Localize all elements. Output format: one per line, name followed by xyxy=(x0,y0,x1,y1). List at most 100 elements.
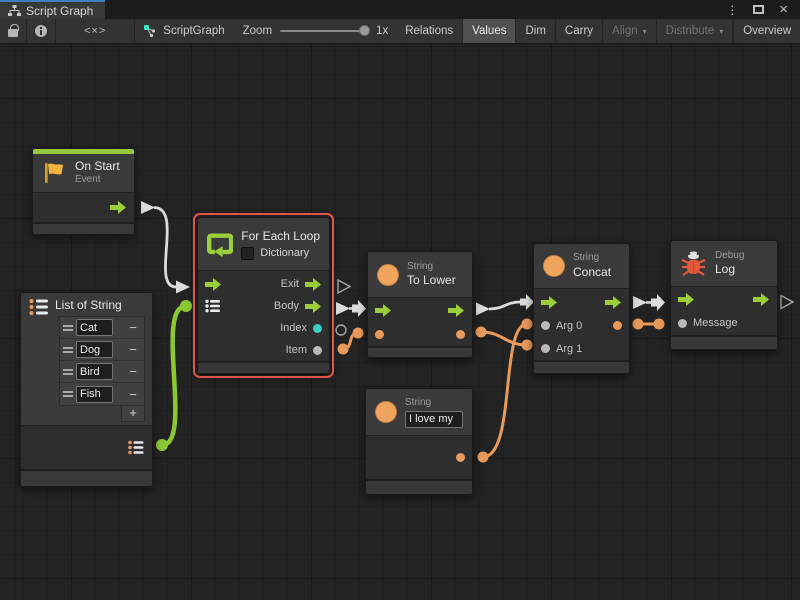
value-in-connector[interactable] xyxy=(522,340,533,351)
wire-tolower-to-arg1[interactable] xyxy=(481,332,527,345)
maximize-icon[interactable] xyxy=(753,5,764,14)
value-out-connector[interactable] xyxy=(633,319,644,330)
node-concat[interactable]: String Concat Arg 0 xyxy=(533,243,630,374)
window-menu-icon[interactable]: ⋮ xyxy=(726,4,738,16)
flow-out-connector[interactable] xyxy=(476,303,490,316)
arg1-input-port[interactable] xyxy=(541,344,550,353)
flow-output-port[interactable] xyxy=(448,304,465,317)
arg0-input-port[interactable] xyxy=(541,321,550,330)
flow-out-connector[interactable] xyxy=(141,201,155,214)
flow-input-port[interactable] xyxy=(375,304,392,317)
value-in-connector[interactable] xyxy=(522,319,533,330)
wire-onstart-to-foreach[interactable] xyxy=(154,208,176,288)
node-on-start[interactable]: On Start Event xyxy=(32,148,135,235)
flow-input-port[interactable] xyxy=(678,293,695,306)
list-item-input[interactable] xyxy=(76,363,113,380)
index-output-port[interactable] xyxy=(313,324,322,333)
align-button[interactable]: Align ▾ xyxy=(603,19,657,43)
carry-button[interactable]: Carry xyxy=(556,19,603,43)
node-to-lower[interactable]: String To Lower xyxy=(367,251,473,358)
close-icon[interactable]: × xyxy=(779,2,788,17)
value-in-connector[interactable] xyxy=(353,328,364,339)
flow-out-connector[interactable] xyxy=(336,302,350,315)
log-out-unconnected-triangle[interactable] xyxy=(781,296,793,309)
flow-output-port[interactable] xyxy=(753,293,770,306)
flow-input-port[interactable] xyxy=(541,296,558,309)
node-header[interactable]: For Each Loop Dictionary xyxy=(198,218,329,271)
node-list-of-string[interactable]: List of String − − xyxy=(20,292,153,487)
list-input-port[interactable] xyxy=(205,299,221,313)
flow-in-connector[interactable] xyxy=(352,300,366,317)
dim-button[interactable]: Dim xyxy=(516,19,555,43)
list-item-input[interactable] xyxy=(76,341,113,358)
tab-script-graph[interactable]: Script Graph xyxy=(0,0,105,19)
flow-in-connector[interactable] xyxy=(520,294,534,310)
add-item-button[interactable]: + xyxy=(121,406,145,422)
remove-item-button[interactable]: − xyxy=(125,321,141,334)
exit-unconnected-triangle[interactable] xyxy=(338,280,350,293)
flow-output-port[interactable] xyxy=(605,296,622,309)
flow-in-connector[interactable] xyxy=(651,294,665,311)
drag-handle-icon[interactable] xyxy=(63,345,73,355)
wire-tolower-to-concat[interactable] xyxy=(489,302,520,309)
node-string-literal[interactable]: String xyxy=(365,388,473,495)
port-row xyxy=(368,322,472,346)
info-icon xyxy=(35,25,47,37)
zoom-slider[interactable] xyxy=(280,30,368,32)
remove-item-button[interactable]: − xyxy=(125,365,141,378)
flow-output-port[interactable] xyxy=(305,278,322,291)
wire-list-to-foreach[interactable] xyxy=(162,306,186,445)
flow-out-connector[interactable] xyxy=(633,296,647,309)
flow-input-port[interactable] xyxy=(205,278,222,291)
list-item-input[interactable] xyxy=(76,319,113,336)
node-header[interactable]: String Concat xyxy=(534,244,629,289)
value-in-connector[interactable] xyxy=(654,319,665,330)
value-out-connector[interactable] xyxy=(476,327,487,338)
overview-button[interactable]: Overview xyxy=(733,19,800,43)
node-header[interactable]: String To Lower xyxy=(368,252,472,298)
node-debug-log[interactable]: Debug Log Message xyxy=(670,240,778,350)
string-input-port[interactable] xyxy=(375,330,384,339)
lock-button[interactable] xyxy=(0,19,27,43)
node-header[interactable]: List of String − − xyxy=(21,293,152,426)
list-item-row: − xyxy=(60,361,144,383)
graph-breadcrumb[interactable]: ScriptGraph xyxy=(135,19,234,43)
flow-in-connector[interactable] xyxy=(176,281,190,294)
index-unconnected-circle[interactable] xyxy=(336,325,346,335)
graph-toolbar: <×> ScriptGraph Zoom 1x Relations Values… xyxy=(0,19,800,44)
node-header[interactable]: Debug Log xyxy=(671,241,777,287)
string-output-port[interactable] xyxy=(456,330,465,339)
string-output-port[interactable] xyxy=(456,453,465,462)
string-output-port[interactable] xyxy=(613,321,622,330)
remove-item-button[interactable]: − xyxy=(125,388,141,401)
inspect-button[interactable] xyxy=(27,19,56,43)
string-value-input[interactable] xyxy=(405,411,463,428)
preview-code-button[interactable]: <×> xyxy=(56,19,135,43)
value-out-connector[interactable] xyxy=(338,344,349,355)
graph-canvas[interactable]: On Start Event xyxy=(0,44,800,600)
list-out-connector[interactable] xyxy=(156,439,168,451)
flow-output-port[interactable] xyxy=(110,201,127,214)
list-output-port[interactable] xyxy=(128,440,145,455)
dictionary-checkbox[interactable] xyxy=(241,247,254,260)
drag-handle-icon[interactable] xyxy=(63,389,73,399)
node-header[interactable]: On Start Event xyxy=(33,154,134,193)
value-out-connector[interactable] xyxy=(478,452,489,463)
drag-handle-icon[interactable] xyxy=(63,323,73,333)
port-label: Body xyxy=(274,300,299,312)
drag-handle-icon[interactable] xyxy=(63,367,73,377)
node-header[interactable]: String xyxy=(366,389,472,436)
message-input-port[interactable] xyxy=(678,319,687,328)
relations-button[interactable]: Relations xyxy=(396,19,463,43)
item-output-port[interactable] xyxy=(313,346,322,355)
list-item-input[interactable] xyxy=(76,386,113,403)
node-for-each-loop[interactable]: For Each Loop Dictionary Exit xyxy=(197,217,330,374)
flow-output-port[interactable] xyxy=(305,300,322,313)
remove-item-button[interactable]: − xyxy=(125,343,141,356)
node-subtitle: Debug xyxy=(715,250,744,263)
distribute-button[interactable]: Distribute ▾ xyxy=(657,19,734,43)
chevron-down-icon: ▾ xyxy=(719,27,723,36)
values-button[interactable]: Values xyxy=(463,19,516,43)
list-in-connector[interactable] xyxy=(180,300,192,312)
zoom-slider-knob[interactable] xyxy=(359,25,370,36)
